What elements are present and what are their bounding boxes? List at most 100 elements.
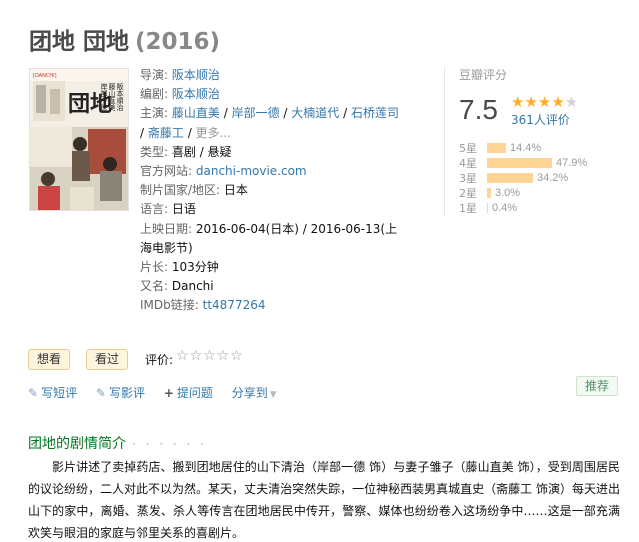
rating-score: 7.5 [459, 94, 498, 125]
rating-row-label: 2星 [459, 186, 477, 200]
runtime-value: 103分钟 [171, 260, 219, 275]
cast-sep: / [279, 106, 292, 121]
write-review-button[interactable]: ✎ 写影评 [96, 384, 145, 401]
poster-cast-1: 阪本順治 [116, 82, 124, 112]
want-to-see-button[interactable]: 想看 [28, 349, 71, 370]
rating-bar [487, 202, 488, 213]
chevron-down-icon: ▼ [269, 390, 277, 400]
cast-sep: / [219, 106, 232, 121]
rating-row-label: 3星 [459, 171, 477, 185]
cast-sep: / [183, 125, 196, 140]
cast-more-link[interactable]: 更多... [196, 126, 231, 140]
cast-link-1[interactable]: 藤山直美 [172, 106, 220, 120]
info-country: 制片国家/地区: 日本 [140, 181, 400, 200]
info-release: 上映日期: 2016-06-04(日本) / 2016-06-13(上海电影节) [140, 220, 400, 258]
info-runtime: 片长: 103分钟 [140, 258, 400, 277]
poster-cast-2: 藤山直美 [108, 82, 116, 112]
rating-row-label: 1星 [459, 201, 477, 215]
rating-row-1: 1星 0.4% [459, 200, 587, 215]
genre-label: 类型: [140, 144, 169, 159]
action-bar: ✎ 写短评 ✎ 写影评 + 提问题 分享到 ▼ [28, 384, 292, 401]
rating-row-2: 2星 3.0% [459, 185, 587, 200]
rating-votes-link[interactable]: 361人评价 [511, 111, 570, 128]
summary-dots: · · · · · · [132, 437, 207, 451]
movie-info: 导演: 阪本顺治 编剧: 阪本顺治 主演: 藤山直美 / 岸部一德 / 大楠道代… [140, 66, 400, 316]
summary-text: 影片讲述了卖掉药店、搬到团地居住的山下清治（岸部一德 饰）与妻子雏子（藤山直美 … [28, 460, 620, 540]
director-link[interactable]: 阪本顺治 [172, 68, 220, 82]
writer-link[interactable]: 阪本顺治 [172, 87, 220, 101]
rating-title: 豆瓣评分 [459, 68, 508, 82]
rate-stars-input[interactable]: ☆☆☆☆☆ [176, 348, 244, 364]
movie-poster[interactable]: [DANCHI] 団地 阪本順治 藤山直美 岸部一徳 [29, 68, 129, 211]
write-short-review-label: 写短评 [41, 386, 78, 400]
rating-pct: 47.9% [556, 156, 588, 169]
rate-label: 评价: [145, 353, 174, 367]
country-value: 日本 [223, 183, 248, 198]
recommend-button[interactable]: 推荐 [576, 376, 619, 396]
info-imdb: IMDb链接: tt4877264 [140, 296, 400, 315]
director-label: 导演: [140, 68, 169, 82]
ask-question-label: 提问题 [176, 386, 213, 400]
movie-title: 团地 団地 [29, 29, 130, 55]
cast-link-4[interactable]: 石桥莲司 [351, 106, 399, 120]
rating-stars-filled: ★★★★ [511, 93, 565, 111]
page-title: 团地 団地 (2016) [29, 22, 220, 56]
movie-year: (2016) [135, 29, 221, 55]
info-writer: 编剧: 阪本顺治 [140, 85, 400, 104]
genre-value: 喜剧 / 悬疑 [171, 144, 232, 159]
rating-pct: 0.4% [492, 201, 518, 214]
language-label: 语言: [140, 202, 169, 217]
rating-bar [487, 157, 552, 168]
write-review-label: 写影评 [108, 386, 145, 400]
rating-stars-empty: ★ [564, 93, 579, 111]
rating-distribution: 5星 14.4% 4星 47.9% 3星 34.2% 2星 3.0% 1星 0.4% [459, 140, 587, 215]
cast-sep: / [339, 106, 351, 121]
rating-pct: 3.0% [495, 186, 521, 199]
pencil-icon: ✎ [28, 386, 39, 400]
rating-row-label: 4星 [459, 156, 477, 170]
rating-row-3: 3星 34.2% [459, 170, 587, 185]
website-label: 官方网站: [140, 164, 193, 179]
rating-bar [487, 172, 533, 183]
summary-title: 团地的剧情简介 [28, 436, 126, 452]
info-director: 导演: 阪本顺治 [140, 66, 400, 85]
rating-stars: ★★★★★ [511, 93, 578, 111]
seen-button[interactable]: 看过 [86, 349, 129, 370]
share-dropdown[interactable]: 分享到 ▼ [232, 384, 277, 401]
language-value: 日语 [171, 202, 196, 217]
summary-heading: 团地的剧情简介 · · · · · · [28, 433, 207, 453]
poster-cast-3: 岸部一徳 [100, 83, 108, 112]
rating-bar [487, 142, 506, 153]
rating-row-5: 5星 14.4% [459, 140, 587, 155]
country-label: 制片国家/地区: [140, 183, 221, 198]
runtime-label: 片长: [140, 260, 169, 275]
cast-link-5[interactable]: 斋藤工 [148, 126, 184, 140]
aka-value: Danchi [171, 279, 214, 294]
info-genre: 类型: 喜剧 / 悬疑 [140, 143, 400, 162]
plus-icon: + [163, 386, 174, 400]
pencil-icon: ✎ [95, 386, 106, 400]
poster-label: [DANCHI] [33, 73, 57, 79]
imdb-link[interactable]: tt4877264 [203, 298, 266, 312]
rating-row-4: 4星 47.9% [459, 155, 587, 170]
info-aka: 又名: Danchi [140, 277, 400, 296]
cast-sep: / [140, 125, 148, 140]
rating-row-label: 5星 [459, 141, 477, 155]
ask-question-button[interactable]: + 提问题 [164, 384, 213, 401]
website-link[interactable]: danchi-movie.com [196, 164, 307, 178]
imdb-label: IMDb链接: [140, 298, 199, 313]
poster-image: [DANCHI] 団地 阪本順治 藤山直美 岸部一徳 [30, 69, 128, 210]
share-label: 分享到 [231, 386, 268, 400]
rating-bar [487, 187, 491, 198]
info-website: 官方网站: danchi-movie.com [140, 162, 400, 181]
aka-label: 又名: [140, 279, 169, 294]
rating-pct: 34.2% [537, 171, 569, 184]
rating-pct: 14.4% [510, 141, 542, 154]
info-language: 语言: 日语 [140, 200, 400, 219]
cast-link-3[interactable]: 大楠道代 [291, 106, 339, 120]
write-short-review-button[interactable]: ✎ 写短评 [28, 384, 77, 401]
rating-panel: 豆瓣评分 7.5 ★★★★★ 361人评价 5星 14.4% 4星 47.9% 3星… [444, 66, 624, 216]
cast-label: 主演: [140, 106, 169, 121]
cast-link-2[interactable]: 岸部一德 [232, 106, 280, 120]
release-label: 上映日期: [140, 221, 193, 236]
